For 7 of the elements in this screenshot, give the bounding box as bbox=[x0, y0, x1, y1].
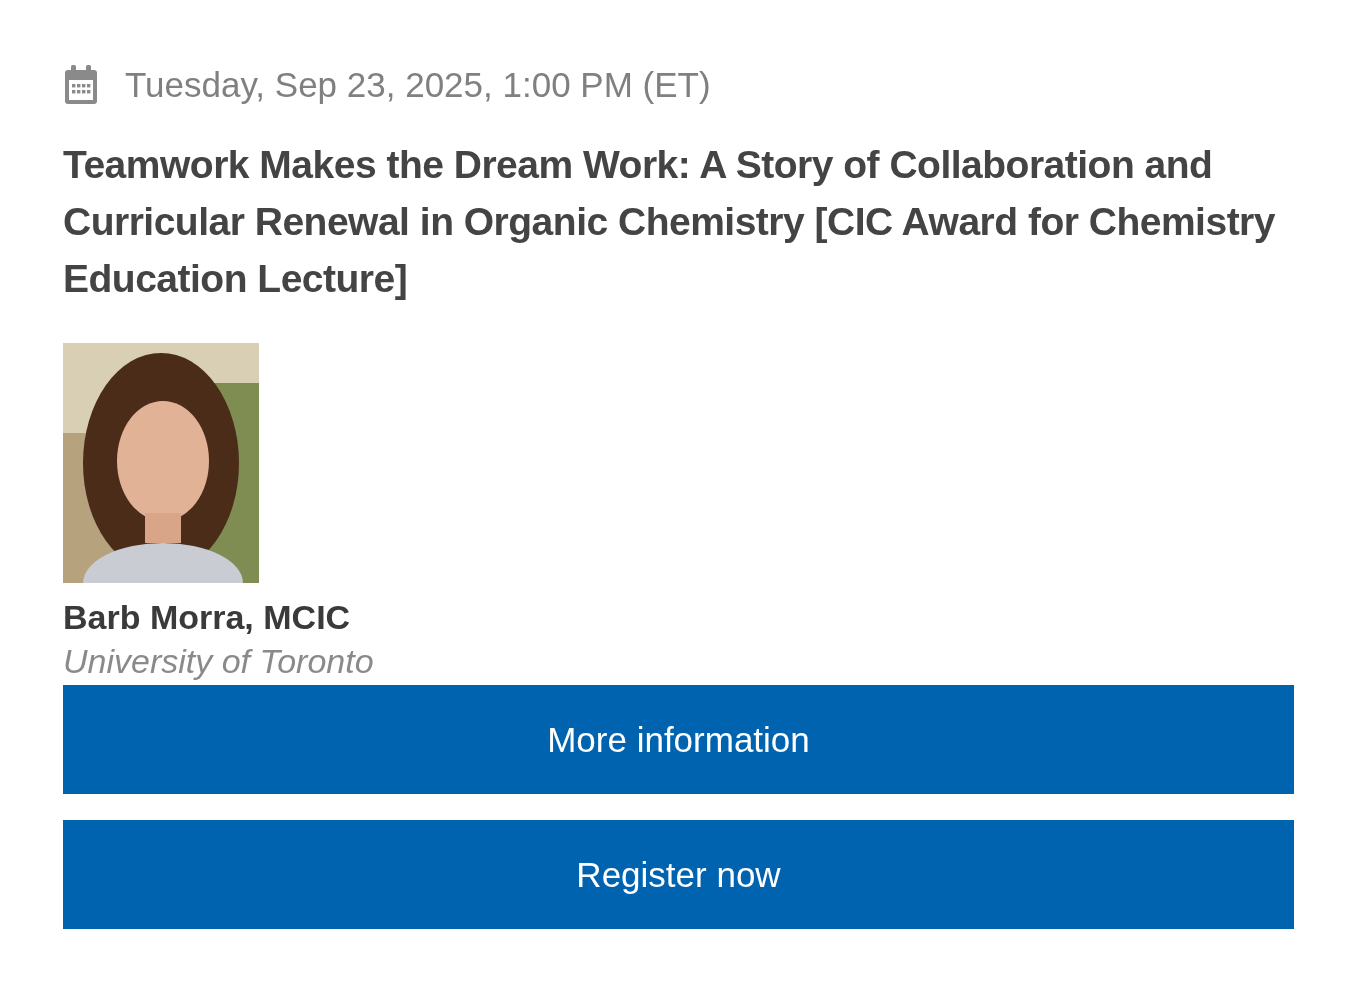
action-button[interactable]: Register now bbox=[63, 820, 1294, 929]
event-title: Teamwork Makes the Dream Work: A Story of Collaboration and Curricular Renewal in Organic Chemistry [CIC Award for Chemistry Education Lecture] bbox=[63, 142, 1276, 302]
speaker-affiliation: University of Toronto bbox=[63, 641, 375, 682]
action-button[interactable]: More information bbox=[63, 685, 1294, 794]
event-date: Tuesday, Sep 23, 2025, 1:00 PM (ET) bbox=[125, 65, 711, 105]
calendar-icon bbox=[63, 64, 99, 106]
speaker-name: Barb Morra, MCIC bbox=[63, 597, 352, 638]
